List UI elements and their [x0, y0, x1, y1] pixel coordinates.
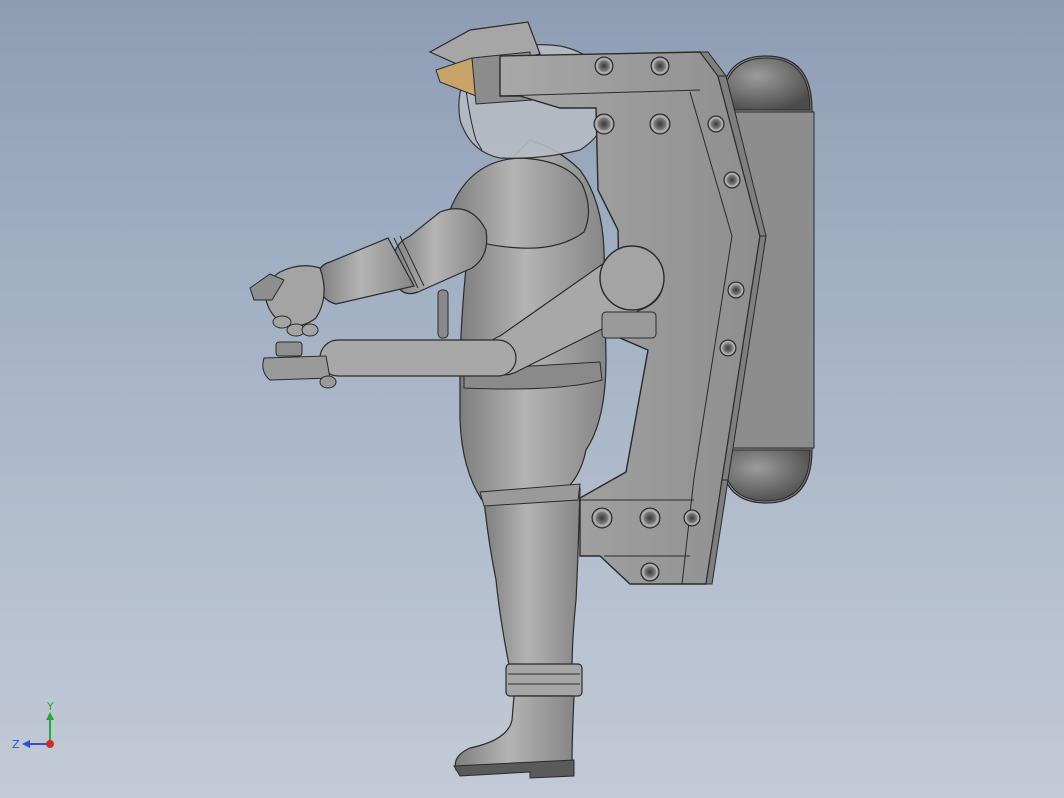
- z-axis-label: Z: [12, 738, 20, 751]
- y-axis-label: Y: [46, 700, 54, 713]
- graphics-viewport[interactable]: Y Z: [0, 0, 1064, 798]
- reference-triad: Y Z: [8, 700, 68, 760]
- leg[interactable]: [453, 487, 583, 779]
- arm[interactable]: [317, 208, 488, 305]
- visor: [435, 57, 477, 97]
- x-axis-dot: [46, 740, 54, 748]
- astronaut-jetpack-model[interactable]: [0, 0, 1064, 798]
- glove[interactable]: [249, 265, 325, 337]
